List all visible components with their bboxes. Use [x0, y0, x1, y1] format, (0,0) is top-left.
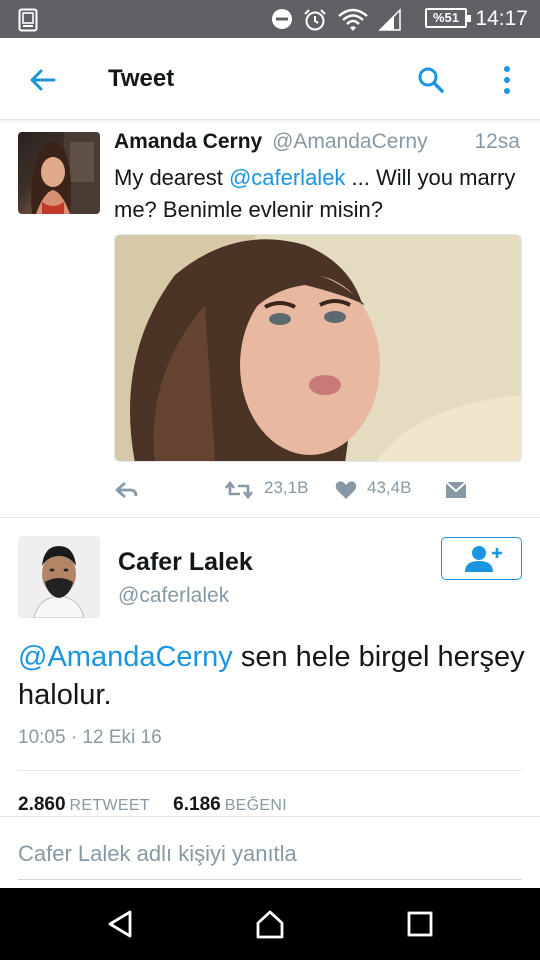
retweets-stat[interactable]: 2.860 RETWEET: [18, 794, 150, 815]
toolbar: Tweet: [0, 38, 540, 120]
reply-input[interactable]: Cafer Lalek adlı kişiyi yanıtla: [18, 841, 297, 867]
divider: [18, 770, 522, 771]
status-time: 14:17: [475, 7, 528, 30]
reply-icon[interactable]: [114, 478, 140, 502]
tweet-text: @AmandaCerny sen hele birgel herşey halo…: [18, 638, 528, 714]
home-nav-icon[interactable]: [252, 906, 288, 942]
signal-icon: [378, 8, 401, 31]
reply-underline: [18, 879, 522, 880]
tweet-time: 12sa: [474, 130, 520, 153]
more-vertical-icon[interactable]: [487, 60, 527, 100]
like-label: BEĞENI: [224, 797, 287, 814]
tweet-actions: 23,1B 43,4B: [114, 476, 524, 506]
tweet-timestamp: 10:05 · 12 Eki 16: [18, 727, 162, 748]
avatar[interactable]: [18, 132, 100, 214]
author-handle[interactable]: @caferlalek: [118, 584, 229, 608]
screenshot-icon: [18, 8, 38, 32]
alarm-icon: [304, 9, 326, 31]
direct-message-icon[interactable]: [444, 478, 468, 502]
like-count: 43,4B: [367, 478, 412, 497]
reply-composer[interactable]: Cafer Lalek adlı kişiyi yanıtla: [0, 816, 540, 888]
mention-link[interactable]: @AmandaCerny: [18, 641, 233, 673]
retweet-count: 23,1B: [264, 478, 309, 497]
add-user-icon: [465, 546, 502, 572]
battery-icon: %51: [425, 8, 471, 28]
recents-nav-icon[interactable]: [402, 906, 438, 942]
back-nav-icon[interactable]: [102, 906, 138, 942]
author-name[interactable]: Cafer Lalek: [118, 548, 253, 577]
avatar[interactable]: [18, 536, 100, 618]
tweet-text-before: My dearest: [114, 165, 229, 190]
tweet-header: Amanda Cerny @AmandaCerny 12sa: [114, 130, 526, 154]
status-bar: %51 14:17: [0, 0, 540, 38]
tweet-text: My dearest @caferlalek ... Will you marr…: [114, 162, 524, 226]
focused-tweet: Cafer Lalek @caferlalek @AmandaCerny sen…: [0, 518, 540, 818]
back-arrow-icon[interactable]: [22, 60, 62, 100]
author-handle[interactable]: @AmandaCerny: [272, 130, 428, 153]
wifi-icon: [338, 8, 368, 31]
system-navigation-bar: [0, 888, 540, 960]
page-title: Tweet: [108, 65, 175, 92]
retweet-icon[interactable]: [224, 478, 254, 502]
follow-button[interactable]: [441, 537, 522, 580]
mention-link[interactable]: @caferlalek: [229, 165, 346, 190]
parent-tweet[interactable]: Amanda Cerny @AmandaCerny 12sa My deares…: [0, 120, 540, 518]
likes-stat[interactable]: 6.186 BEĞENI: [173, 794, 287, 815]
retweet-label: RETWEET: [69, 797, 150, 814]
search-icon[interactable]: [411, 60, 451, 100]
tweet-stats: 2.860 RETWEET 6.186 BEĞENI: [18, 794, 287, 816]
do-not-disturb-icon: [272, 9, 292, 29]
author-name[interactable]: Amanda Cerny: [114, 130, 262, 153]
retweet-total: 2.860: [18, 794, 66, 815]
like-total: 6.186: [173, 794, 221, 815]
tweet-photo[interactable]: [114, 234, 522, 462]
like-heart-icon[interactable]: [334, 478, 358, 502]
